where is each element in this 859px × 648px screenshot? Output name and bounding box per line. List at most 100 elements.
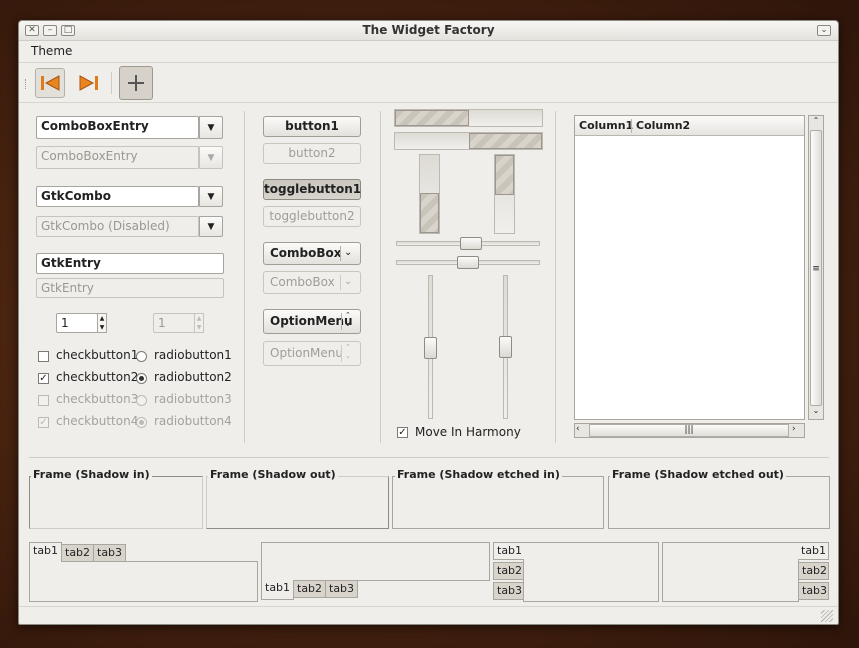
notebook-top-tab1[interactable]: tab1 xyxy=(29,542,63,562)
title-bar[interactable]: ✕ – □ The Widget Factory ⌄ xyxy=(19,21,838,41)
go-first-icon xyxy=(41,75,60,91)
notebook-top-tab2[interactable]: tab2 xyxy=(61,544,95,562)
radiobutton2-label[interactable]: radiobutton2 xyxy=(154,370,232,384)
status-bar xyxy=(19,606,838,624)
toolbar-separator xyxy=(111,72,112,94)
column-separator xyxy=(244,111,245,443)
add-button[interactable] xyxy=(119,66,153,100)
hscale2-thumb[interactable] xyxy=(457,256,479,269)
notebook-left-tab3[interactable]: tab3 xyxy=(493,582,524,600)
radiobutton3-circle xyxy=(136,395,147,406)
combobox-disabled-label: ComboBox xyxy=(270,275,335,289)
tree-hscrollbar[interactable]: ‹ ||| › xyxy=(574,423,805,438)
scroll-right-icon[interactable]: › xyxy=(792,424,804,434)
column2-header[interactable]: Column2 xyxy=(636,119,690,132)
progressbar-v1-fill xyxy=(420,193,439,233)
checkbutton4-label: checkbutton4 xyxy=(56,414,139,428)
scroll-left-icon[interactable]: ‹ xyxy=(576,424,588,434)
notebook-top-tab3[interactable]: tab3 xyxy=(93,544,127,562)
vscale1-thumb[interactable] xyxy=(424,337,437,359)
notebook-bottom-tab3[interactable]: tab3 xyxy=(325,580,359,598)
frame-shadow-out-label: Frame (Shadow out) xyxy=(208,468,338,481)
optionmenu-disabled-label: OptionMenu xyxy=(270,346,343,360)
radiobutton2-circle[interactable] xyxy=(136,373,147,384)
frame-shadow-etched-out xyxy=(608,476,830,529)
progressbar-h1-fill xyxy=(395,110,469,126)
notebook-right-tab3[interactable]: tab3 xyxy=(798,582,829,600)
radiobutton1-circle[interactable] xyxy=(136,351,147,362)
spin-disabled-arrows-icon: ▲ ▼ xyxy=(194,313,204,333)
go-last-button[interactable] xyxy=(74,68,104,98)
checkbutton2-box[interactable]: ✓ xyxy=(38,373,49,384)
spin-button[interactable]: 1 xyxy=(56,313,98,333)
progressbar-v1 xyxy=(419,154,440,234)
scroll-up-icon[interactable]: ⌃ xyxy=(810,116,822,130)
tree-view[interactable]: Column1 Column2 xyxy=(574,115,805,420)
toolbar-grip[interactable] xyxy=(25,79,28,89)
vscale2-thumb[interactable] xyxy=(499,336,512,358)
gtkcombo-entry[interactable]: GtkCombo xyxy=(36,186,199,207)
frame-shadow-etched-in xyxy=(392,476,604,529)
togglebutton1[interactable]: togglebutton1 xyxy=(263,179,361,200)
optionmenu-divider xyxy=(341,313,342,330)
toolbar xyxy=(19,63,838,103)
move-in-harmony-box[interactable]: ✓ xyxy=(397,427,408,438)
tree-header: Column1 Column2 xyxy=(575,116,804,136)
hscroll-thumb-grip-icon[interactable]: ||| xyxy=(589,424,789,437)
checkbutton1-label[interactable]: checkbutton1 xyxy=(56,348,138,362)
frame-shadow-in xyxy=(29,476,203,529)
scroll-thumb-grip-icon[interactable]: ≡ xyxy=(810,130,822,406)
combobox-label: ComboBox xyxy=(270,246,342,260)
notebook-right-page xyxy=(662,542,799,602)
menubar: Theme xyxy=(19,41,838,63)
gtkcombo-disabled: GtkCombo (Disabled) xyxy=(36,216,199,237)
checkbutton1-box[interactable] xyxy=(38,351,49,362)
togglebutton2: togglebutton2 xyxy=(263,206,361,227)
progressbar-v2 xyxy=(494,154,515,234)
notebook-left-tab2[interactable]: tab2 xyxy=(493,562,524,580)
combobox-entry-arrow-icon[interactable]: ▼ xyxy=(199,116,223,139)
progressbar-h1 xyxy=(394,109,543,127)
frame-shadow-in-label: Frame (Shadow in) xyxy=(31,468,152,481)
column1-header[interactable]: Column1 xyxy=(579,119,633,132)
spin-arrows-icon[interactable]: ▲ ▼ xyxy=(97,313,107,333)
checkbutton3-box xyxy=(38,395,49,406)
notebook-left-tab1[interactable]: tab1 xyxy=(493,542,524,560)
tree-vscrollbar[interactable]: ⌃ ≡ ⌄ xyxy=(808,115,824,420)
notebook-bottom-tab1[interactable]: tab1 xyxy=(261,580,295,600)
main-window: ✕ – □ The Widget Factory ⌄ Theme ComboBo… xyxy=(18,20,839,625)
gtk-entry[interactable]: GtkEntry xyxy=(36,253,224,274)
combobox-entry-disabled: ComboBoxEntry xyxy=(36,146,199,169)
column-separator xyxy=(555,111,556,443)
window-title: The Widget Factory xyxy=(362,23,495,37)
radiobutton4-label: radiobutton4 xyxy=(154,414,232,428)
combobox-entry[interactable]: ComboBoxEntry xyxy=(36,116,199,139)
progressbar-h2 xyxy=(394,132,543,150)
combobox-divider xyxy=(340,246,341,261)
checkbutton3-label: checkbutton3 xyxy=(56,392,139,406)
notebook-top-page xyxy=(29,561,258,602)
go-first-button[interactable] xyxy=(35,68,65,98)
combobox-disabled-divider xyxy=(340,275,341,290)
gtk-entry-disabled: GtkEntry xyxy=(36,278,224,298)
menu-theme[interactable]: Theme xyxy=(31,44,72,58)
button1[interactable]: button1 xyxy=(263,116,361,137)
radiobutton1-label[interactable]: radiobutton1 xyxy=(154,348,232,362)
gtkcombo-disabled-arrow-icon[interactable]: ▼ xyxy=(199,216,223,237)
combobox-entry-disabled-arrow-icon: ▼ xyxy=(199,146,223,169)
scroll-down-icon[interactable]: ⌄ xyxy=(810,406,822,420)
checkbutton4-box: ✓ xyxy=(38,417,49,428)
window-menu-icon[interactable]: ⌄ xyxy=(817,25,831,36)
hscale1-thumb[interactable] xyxy=(460,237,482,250)
move-in-harmony-label[interactable]: Move In Harmony xyxy=(415,425,521,439)
resize-grip-icon[interactable] xyxy=(821,610,833,622)
optionmenu-updown-icon: ⌃ ⌄ xyxy=(345,311,351,328)
notebook-bottom-tab2[interactable]: tab2 xyxy=(293,580,327,598)
checkbutton2-label[interactable]: checkbutton2 xyxy=(56,370,138,384)
notebook-right-tab2[interactable]: tab2 xyxy=(798,562,829,580)
gtkcombo-arrow-icon[interactable]: ▼ xyxy=(199,186,223,207)
go-last-icon xyxy=(79,75,98,91)
notebook-right-tab1[interactable]: tab1 xyxy=(798,542,829,560)
button2: button2 xyxy=(263,143,361,164)
progressbar-h2-fill xyxy=(468,133,542,149)
